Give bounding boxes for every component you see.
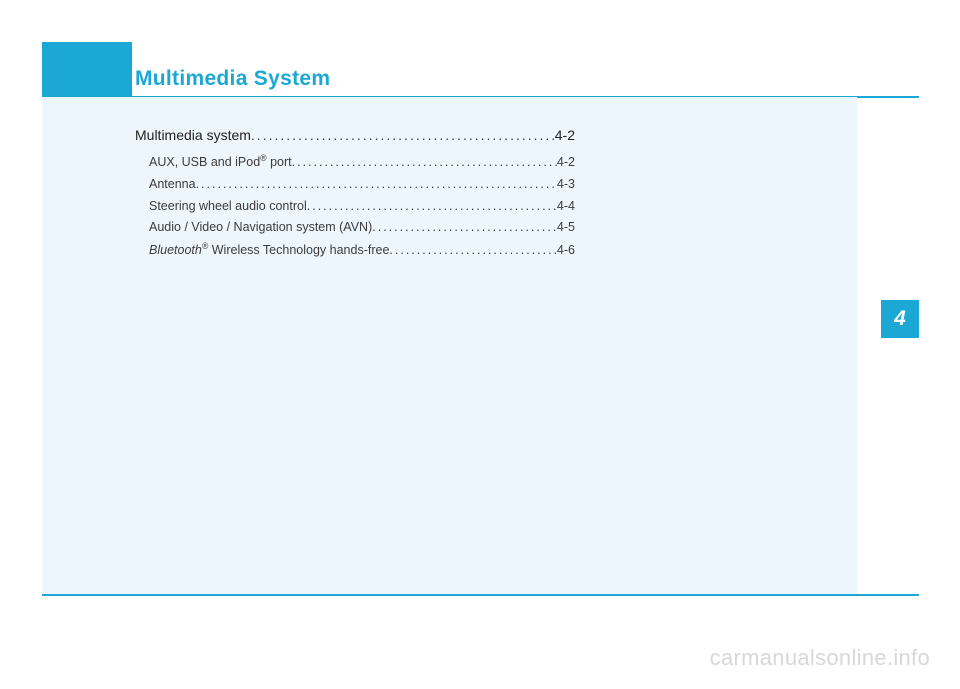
toc-item-label: Steering wheel audio control [149, 197, 307, 216]
section-number: 4 [894, 307, 906, 331]
toc-item-row: Bluetooth® Wireless Technology hands-fre… [135, 240, 575, 260]
toc-item-label: AUX, USB and iPod® port [149, 152, 292, 172]
toc-item-row: AUX, USB and iPod® port 4-2 [135, 152, 575, 172]
toc-leader [372, 218, 557, 237]
toc-label-pre: Steering wheel audio control [149, 199, 307, 213]
toc-item-row: Audio / Video / Navigation system (AVN) … [135, 218, 575, 237]
toc-label-pre: Antenna [149, 177, 196, 191]
header-color-block [42, 42, 132, 97]
toc-item-page: 4-2 [557, 153, 575, 172]
toc-leader [292, 153, 557, 172]
watermark: carmanualsonline.info [710, 645, 930, 671]
toc-label-pre: Audio / Video / Navigation system (AVN) [149, 220, 372, 234]
toc-heading-page: 4-2 [555, 125, 575, 146]
toc-leader [389, 241, 557, 260]
toc-heading-row: Multimedia system 4-2 [135, 125, 575, 146]
toc-leader [307, 197, 557, 216]
toc-item-row: Antenna 4-3 [135, 175, 575, 194]
manual-page: Multimedia System 4 Multimedia system 4-… [0, 0, 960, 689]
section-tab: 4 [881, 300, 919, 338]
toc-item-page: 4-3 [557, 175, 575, 194]
toc-leader [196, 175, 557, 194]
toc-item-label: Audio / Video / Navigation system (AVN) [149, 218, 372, 237]
chapter-title: Multimedia System [135, 67, 330, 91]
toc-item-label: Bluetooth® Wireless Technology hands-fre… [149, 240, 389, 260]
toc-leader [251, 125, 555, 146]
toc-label-italic: Bluetooth [149, 243, 202, 257]
toc-label-post: Wireless Technology hands-free [208, 243, 389, 257]
bottom-underline [42, 594, 919, 596]
toc-item-page: 4-6 [557, 241, 575, 260]
toc-label-pre: AUX, USB and iPod [149, 155, 260, 169]
toc-item-page: 4-4 [557, 197, 575, 216]
toc-heading-label: Multimedia system [135, 125, 251, 146]
toc-label-post: port [267, 155, 292, 169]
toc-item-page: 4-5 [557, 218, 575, 237]
table-of-contents: Multimedia system 4-2 AUX, USB and iPod®… [135, 125, 575, 263]
toc-item-label: Antenna [149, 175, 196, 194]
toc-item-row: Steering wheel audio control 4-4 [135, 197, 575, 216]
